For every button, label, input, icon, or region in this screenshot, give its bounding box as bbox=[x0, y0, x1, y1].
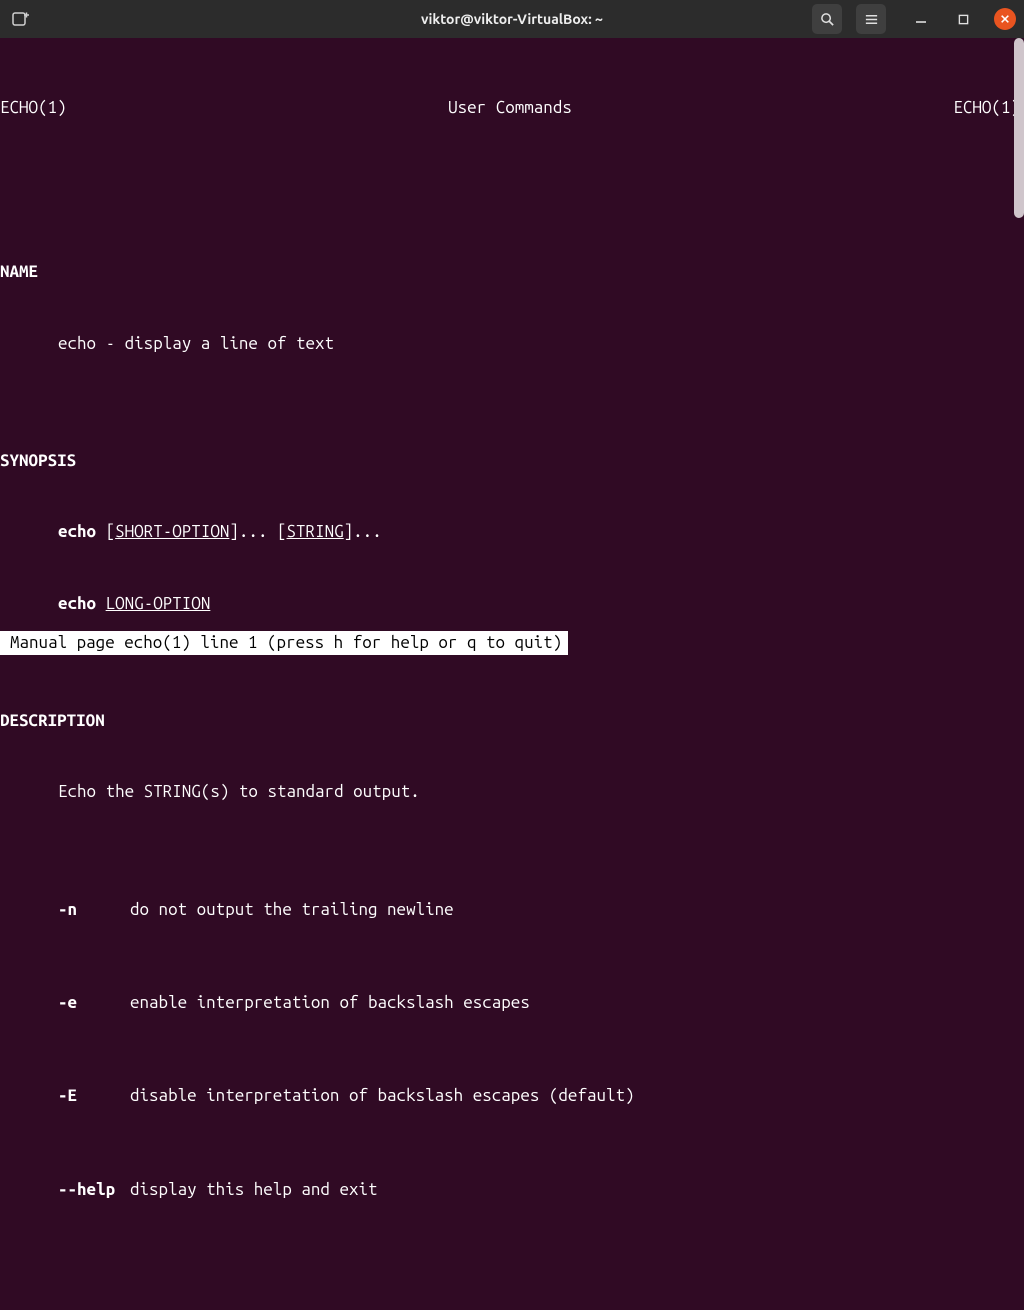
man-header: ECHO(1) User Commands ECHO(1) bbox=[0, 86, 1024, 120]
man-header-right: ECHO(1) bbox=[953, 96, 1020, 120]
scrollbar-thumb[interactable] bbox=[1014, 38, 1024, 218]
option-row: -e enable interpretation of backslash es… bbox=[0, 991, 1024, 1015]
section-description-heading: DESCRIPTION bbox=[0, 709, 1024, 733]
synopsis-line-2: echo LONG-OPTION bbox=[0, 592, 1024, 616]
synopsis-line-1: echo [SHORT-OPTION]... [STRING]... bbox=[0, 520, 1024, 544]
option-row: -n do not output the trailing newline bbox=[0, 898, 1024, 922]
minimize-icon bbox=[915, 13, 927, 25]
section-name-heading: NAME bbox=[0, 260, 1024, 284]
maximize-icon bbox=[958, 14, 969, 25]
pager-status-line: Manual page echo(1) line 1 (press h for … bbox=[0, 631, 568, 655]
man-header-left: ECHO(1) bbox=[0, 96, 67, 120]
window-titlebar: viktor@viktor-VirtualBox: ~ bbox=[0, 0, 1024, 38]
option-desc: enable interpretation of backslash escap… bbox=[130, 991, 530, 1015]
option-flag: -e bbox=[58, 991, 130, 1015]
search-icon bbox=[820, 12, 835, 27]
option-desc: disable interpretation of backslash esca… bbox=[130, 1084, 635, 1108]
option-row: --help display this help and exit bbox=[0, 1178, 1024, 1202]
menu-button[interactable] bbox=[856, 4, 886, 34]
man-header-center: User Commands bbox=[448, 96, 572, 120]
option-desc: do not output the trailing newline bbox=[130, 898, 454, 922]
option-flag: -n bbox=[58, 898, 130, 922]
option-flag: --help bbox=[58, 1178, 130, 1202]
option-row: -E disable interpretation of backslash e… bbox=[0, 1084, 1024, 1108]
minimize-button[interactable] bbox=[910, 8, 932, 30]
new-tab-icon[interactable] bbox=[8, 6, 34, 32]
section-synopsis-heading: SYNOPSIS bbox=[0, 449, 1024, 473]
maximize-button[interactable] bbox=[952, 8, 974, 30]
name-text: echo - display a line of text bbox=[0, 332, 1024, 356]
window-title: viktor@viktor-VirtualBox: ~ bbox=[421, 11, 603, 27]
search-button[interactable] bbox=[812, 4, 842, 34]
terminal-viewport[interactable]: ECHO(1) User Commands ECHO(1) NAME echo … bbox=[0, 38, 1024, 655]
man-body: NAME echo - display a line of text SYNOP… bbox=[0, 191, 1024, 1310]
option-desc: display this help and exit bbox=[130, 1178, 378, 1202]
option-version: --version bbox=[0, 1295, 1024, 1310]
hamburger-icon bbox=[864, 12, 879, 27]
close-icon bbox=[1000, 14, 1010, 24]
option-flag: -E bbox=[58, 1084, 130, 1108]
close-button[interactable] bbox=[994, 8, 1016, 30]
description-intro: Echo the STRING(s) to standard output. bbox=[0, 780, 1024, 804]
